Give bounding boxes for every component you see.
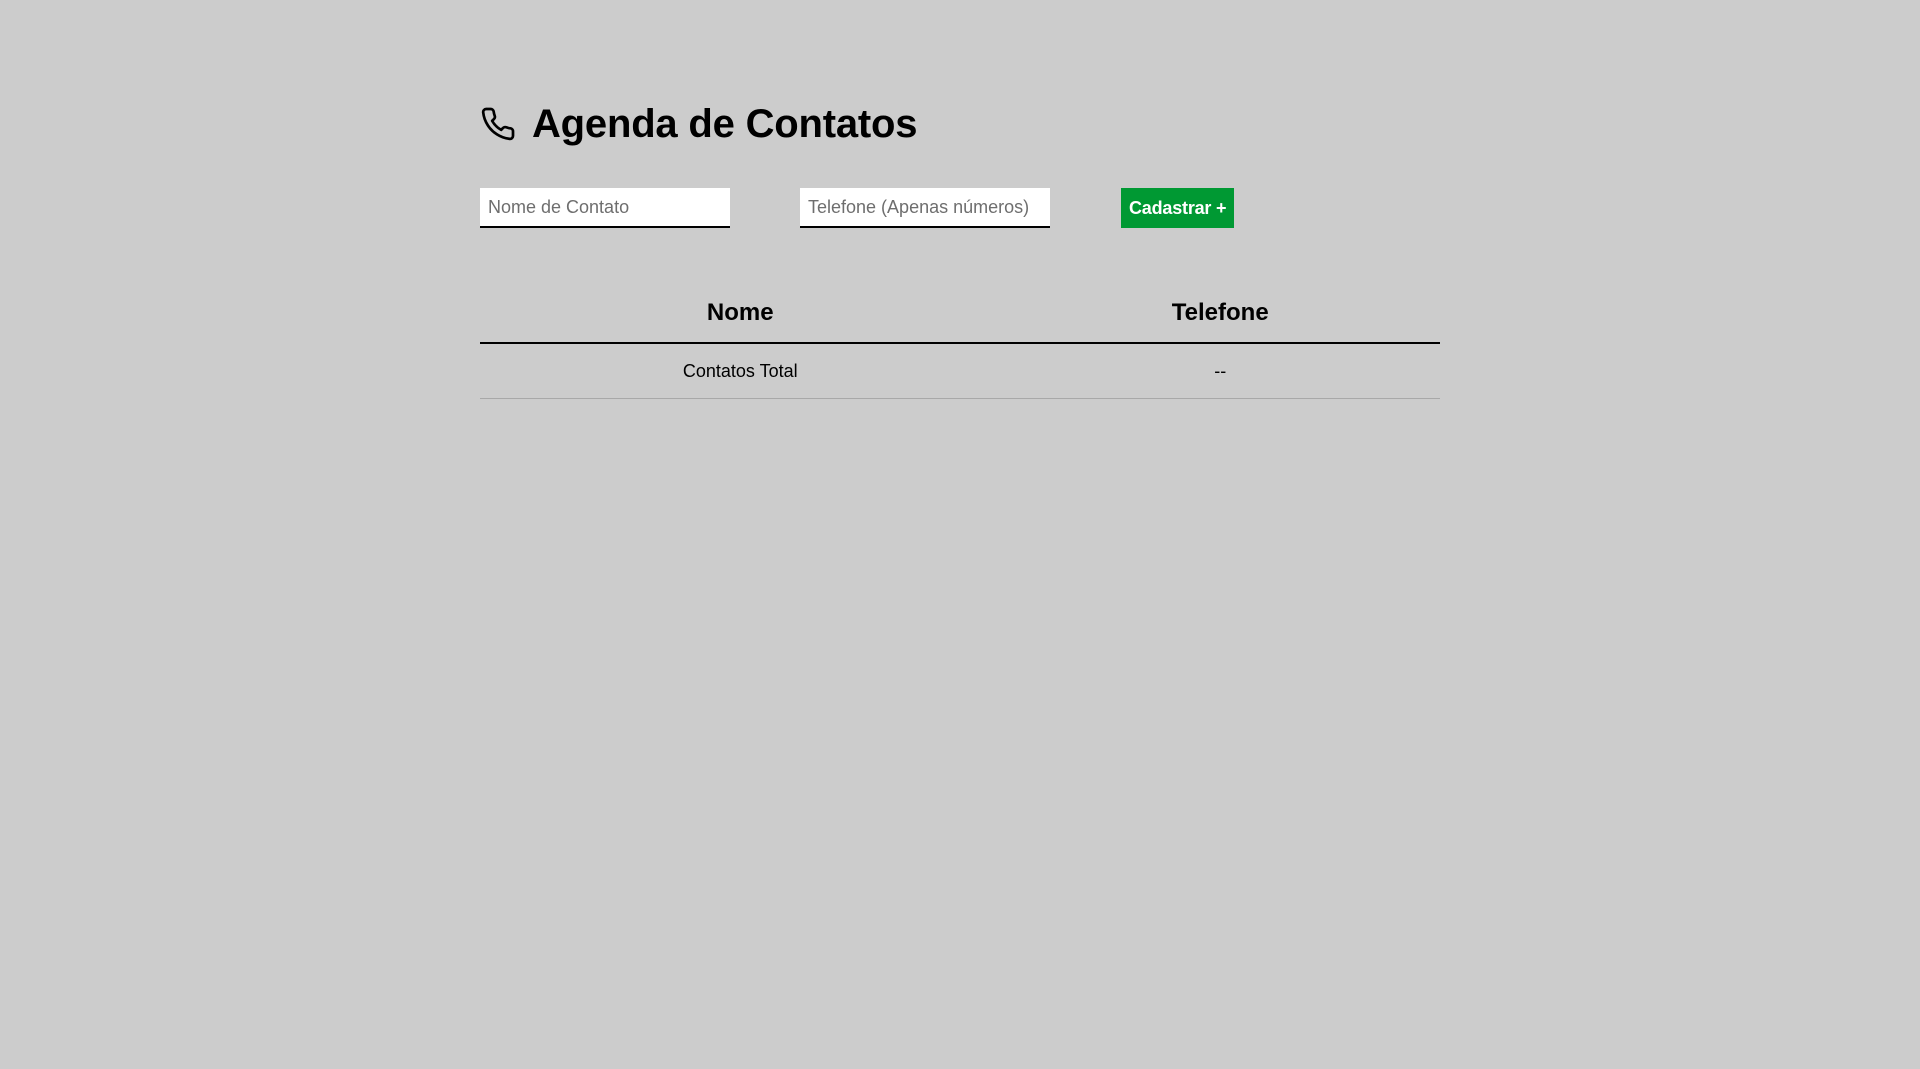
table-total-row: Contatos Total -- xyxy=(480,343,1440,399)
column-header-phone: Telefone xyxy=(1000,284,1440,344)
page-header: Agenda de Contatos xyxy=(480,98,1440,150)
contacts-app: Agenda de Contatos Cadastrar + Nome Tele… xyxy=(480,98,1440,399)
page-title: Agenda de Contatos xyxy=(532,102,918,146)
contacts-table: Nome Telefone Contatos Total -- xyxy=(480,284,1440,399)
register-contact-button[interactable]: Cadastrar + xyxy=(1121,188,1235,228)
total-value: -- xyxy=(1000,343,1440,399)
column-header-name: Nome xyxy=(480,284,1001,344)
total-label: Contatos Total xyxy=(480,343,1001,399)
phone-icon xyxy=(480,106,516,142)
contact-name-input[interactable] xyxy=(480,188,730,228)
add-contact-form: Cadastrar + xyxy=(480,188,1440,228)
contact-phone-input[interactable] xyxy=(800,188,1050,228)
table-header-row: Nome Telefone xyxy=(480,284,1440,344)
